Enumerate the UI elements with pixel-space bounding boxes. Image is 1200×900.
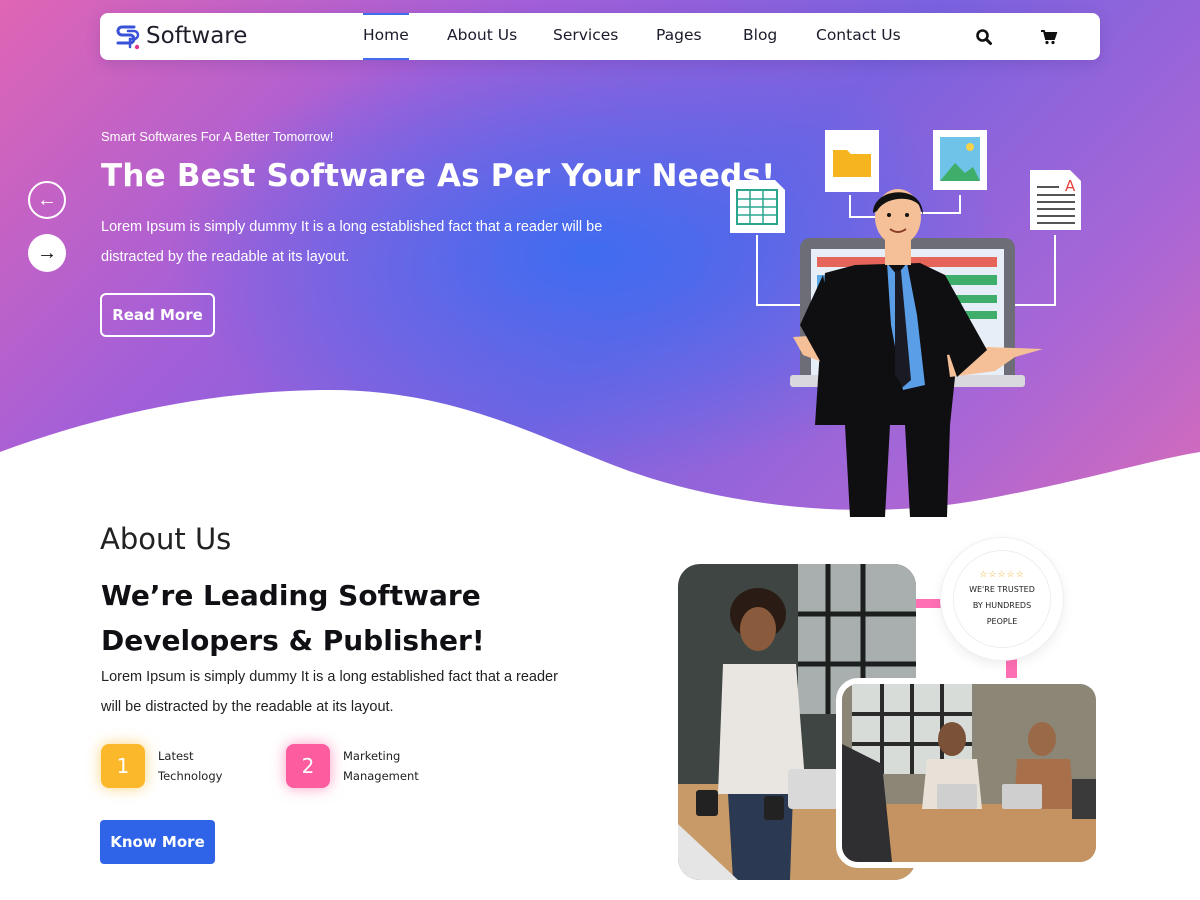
- about-description: Lorem Ipsum is simply dummy It is a long…: [101, 669, 558, 715]
- document-icon: A: [1030, 170, 1081, 230]
- logo-icon: [116, 25, 140, 50]
- hero-tagline: Smart Softwares For A Better Tomorrow!: [101, 129, 334, 144]
- svg-text:A: A: [1065, 177, 1076, 195]
- cart-icon[interactable]: [1040, 28, 1058, 46]
- feature-marketing-management: 2 Marketing Management: [286, 744, 423, 788]
- navbar: Software Home About Us Services Pages Bl…: [100, 13, 1100, 60]
- hero-section: Software Home About Us Services Pages Bl…: [0, 0, 1200, 520]
- trust-badge: ☆☆☆☆☆ WE'RE TRUSTED BY HUNDREDS PEOPLE: [941, 538, 1063, 660]
- feature-latest-technology: 1 Latest Technology: [101, 744, 238, 788]
- nav-pages[interactable]: Pages: [656, 13, 702, 60]
- arrow-right-icon: →: [37, 241, 57, 264]
- feature-label: Marketing Management: [343, 746, 423, 786]
- spreadsheet-icon: [730, 180, 785, 233]
- about-heading: About Us: [100, 522, 232, 556]
- hero-description: Lorem Ipsum is simply dummy It is a long…: [101, 219, 603, 265]
- brand-name: Software: [146, 23, 248, 49]
- nav-home[interactable]: Home: [363, 13, 409, 60]
- nav-about-us[interactable]: About Us: [447, 13, 517, 60]
- nav-contact-us[interactable]: Contact Us: [816, 13, 901, 60]
- nav-services[interactable]: Services: [553, 13, 618, 60]
- read-more-button[interactable]: Read More: [100, 293, 215, 337]
- feature-number-badge: 1: [101, 744, 145, 788]
- slider-next-button[interactable]: →: [28, 234, 66, 272]
- feature-label-line1: Marketing: [343, 749, 401, 763]
- slider-prev-button[interactable]: ←: [28, 181, 66, 219]
- feature-label-line2: Management: [343, 769, 419, 783]
- trust-text-line1: WE'RE TRUSTED: [969, 584, 1035, 594]
- feature-label-line1: Latest: [158, 749, 194, 763]
- image-icon: [933, 130, 987, 190]
- trust-text-line2: BY HUNDREDS: [972, 600, 1032, 610]
- rating-stars-icon: ☆☆☆☆☆: [979, 568, 1025, 579]
- trust-badge-inner: ☆☆☆☆☆ WE'RE TRUSTED BY HUNDREDS PEOPLE: [953, 550, 1051, 648]
- feature-label: Latest Technology: [158, 746, 238, 786]
- folder-icon: [825, 130, 879, 192]
- nav-blog[interactable]: Blog: [743, 13, 777, 60]
- hero-title: The Best Software As Per Your Needs!: [101, 158, 776, 194]
- about-title: We’re Leading Software Developers & Publ…: [101, 579, 485, 657]
- feature-number-badge: 2: [286, 744, 330, 788]
- arrow-left-icon: ←: [37, 188, 57, 211]
- trust-text: WE'RE TRUSTED BY HUNDREDS PEOPLE: [969, 582, 1035, 630]
- team-photo-meeting: [836, 678, 1102, 868]
- know-more-button[interactable]: Know More: [100, 820, 215, 864]
- businessman-illustration: A: [730, 130, 1081, 517]
- search-icon[interactable]: [975, 28, 993, 46]
- logo[interactable]: Software: [114, 22, 247, 50]
- feature-label-line2: Technology: [158, 769, 223, 783]
- trust-text-line3: PEOPLE: [986, 616, 1018, 626]
